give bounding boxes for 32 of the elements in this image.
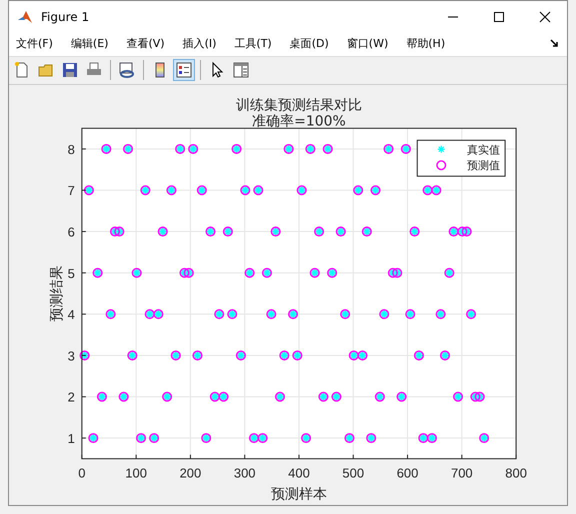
x-axis-label: 预测样本 [270,486,327,503]
menu-item[interactable]: 工具(T) [234,36,272,52]
x-tick-label: 400 [288,466,310,481]
x-tick-label: 300 [234,466,256,481]
x-tick-label: 100 [125,466,147,481]
menu-item[interactable]: 插入(I) [182,36,216,52]
y-tick-label: 5 [68,266,75,281]
y-tick-label: 2 [68,390,75,405]
legend-label: 预测值 [467,159,500,172]
y-tick-label: 1 [68,431,75,446]
menu-item[interactable]: 编辑(E) [70,36,108,52]
legend-label: 真实值 [467,143,500,156]
y-tick-label: 4 [68,307,75,322]
x-tick-label: 0 [78,466,86,481]
window-title: Figure 1 [41,10,90,24]
y-axis-label: 预测结果 [48,265,65,322]
menu-item[interactable]: 窗口(W) [346,36,388,52]
menu-item[interactable]: 帮助(H) [406,36,446,52]
x-tick-label: 600 [396,466,418,481]
y-tick-label: 3 [68,348,75,364]
y-tick-label: 8 [68,142,75,157]
menu-item[interactable]: 文件(F) [16,36,53,52]
chart-title: 训练集预测结果对比 [236,97,362,114]
x-tick-label: 200 [180,466,202,481]
chart-title: 准确率=100% [252,113,346,130]
y-tick-label: 6 [68,224,75,240]
menu-item[interactable]: 桌面(D) [290,36,329,52]
menu-item[interactable]: 查看(V) [126,36,165,52]
x-tick-label: 800 [505,466,527,481]
x-tick-label: 700 [451,466,473,481]
y-tick-label: 7 [68,183,75,198]
x-tick-label: 500 [342,466,364,481]
